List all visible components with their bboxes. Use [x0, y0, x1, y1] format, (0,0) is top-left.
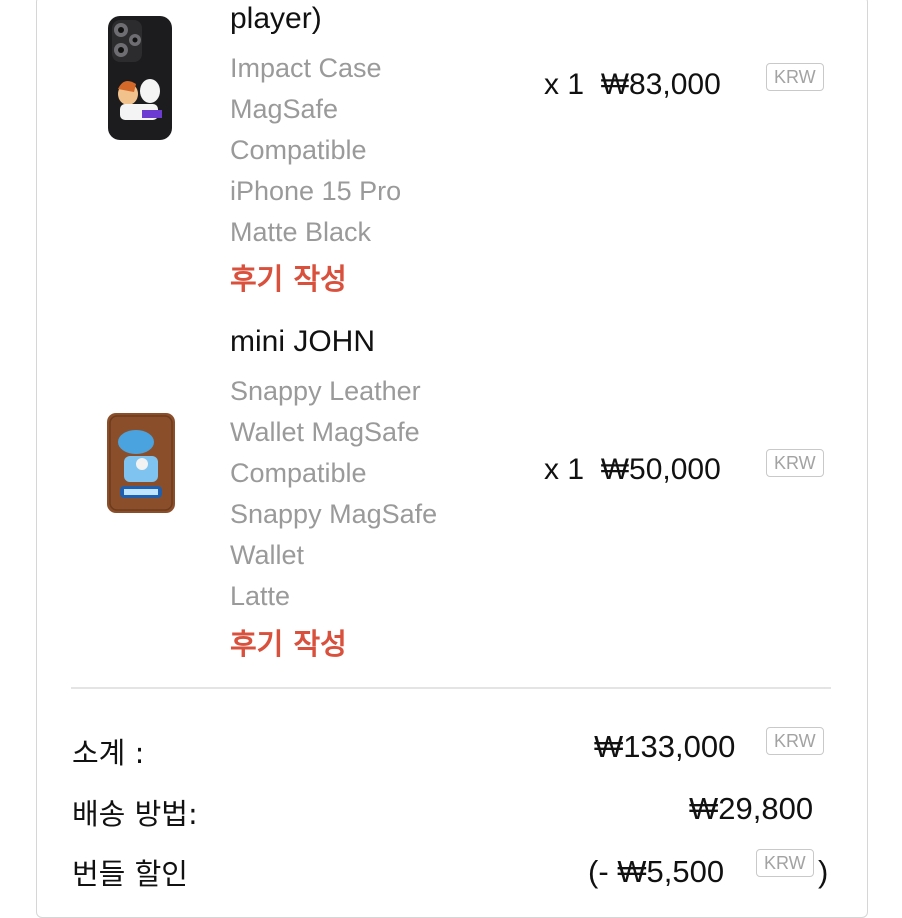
item-name[interactable]: player) [230, 2, 322, 36]
subtotal-label: 소계 : [72, 736, 145, 770]
currency-badge: KRW [756, 849, 814, 877]
write-review-link[interactable]: 후기 작성 [230, 256, 347, 298]
variant-line: Impact Case [230, 53, 382, 83]
currency-badge: KRW [766, 727, 824, 755]
currency-badge: KRW [766, 449, 824, 477]
item-price: ₩83,000 [600, 68, 721, 101]
write-review-link[interactable]: 후기 작성 [230, 621, 347, 663]
variant-line: iPhone 15 Pro [230, 176, 402, 206]
card-wallet-image[interactable] [106, 412, 176, 514]
item-variant-list: Snappy Leather Wallet MagSafe Compatible… [230, 371, 437, 617]
variant-line: Snappy MagSafe [230, 499, 438, 529]
bundle-discount-close-paren: ) [818, 854, 829, 889]
item-qty-price: x 1 ₩50,000 [544, 453, 721, 487]
variant-line: Wallet [230, 540, 305, 570]
section-divider [71, 687, 831, 689]
item-quantity: x 1 [544, 453, 585, 486]
subtotal-value: ₩133,000 [594, 729, 736, 764]
item-price: ₩50,000 [600, 453, 721, 486]
variant-line: Compatible [230, 458, 367, 488]
bundle-discount-label: 번들 할인 [72, 857, 188, 891]
variant-line: MagSafe [230, 94, 339, 124]
item-name[interactable]: mini JOHN [230, 325, 375, 359]
item-quantity: x 1 [544, 68, 585, 101]
variant-line: Snappy Leather [230, 376, 421, 406]
variant-line: Matte Black [230, 217, 372, 247]
shipping-value: ₩29,800 [689, 791, 814, 826]
phone-case-image[interactable] [106, 14, 176, 142]
currency-badge: KRW [766, 63, 824, 91]
variant-line: Wallet MagSafe [230, 417, 420, 447]
variant-line: Compatible [230, 135, 367, 165]
item-variant-list: Impact Case MagSafe Compatible iPhone 15… [230, 48, 401, 253]
variant-line: Latte [230, 581, 291, 611]
item-qty-price: x 1 ₩83,000 [544, 68, 721, 102]
shipping-method-label: 배송 방법: [72, 797, 198, 831]
bundle-discount-value: (- ₩5,500 [588, 854, 725, 889]
